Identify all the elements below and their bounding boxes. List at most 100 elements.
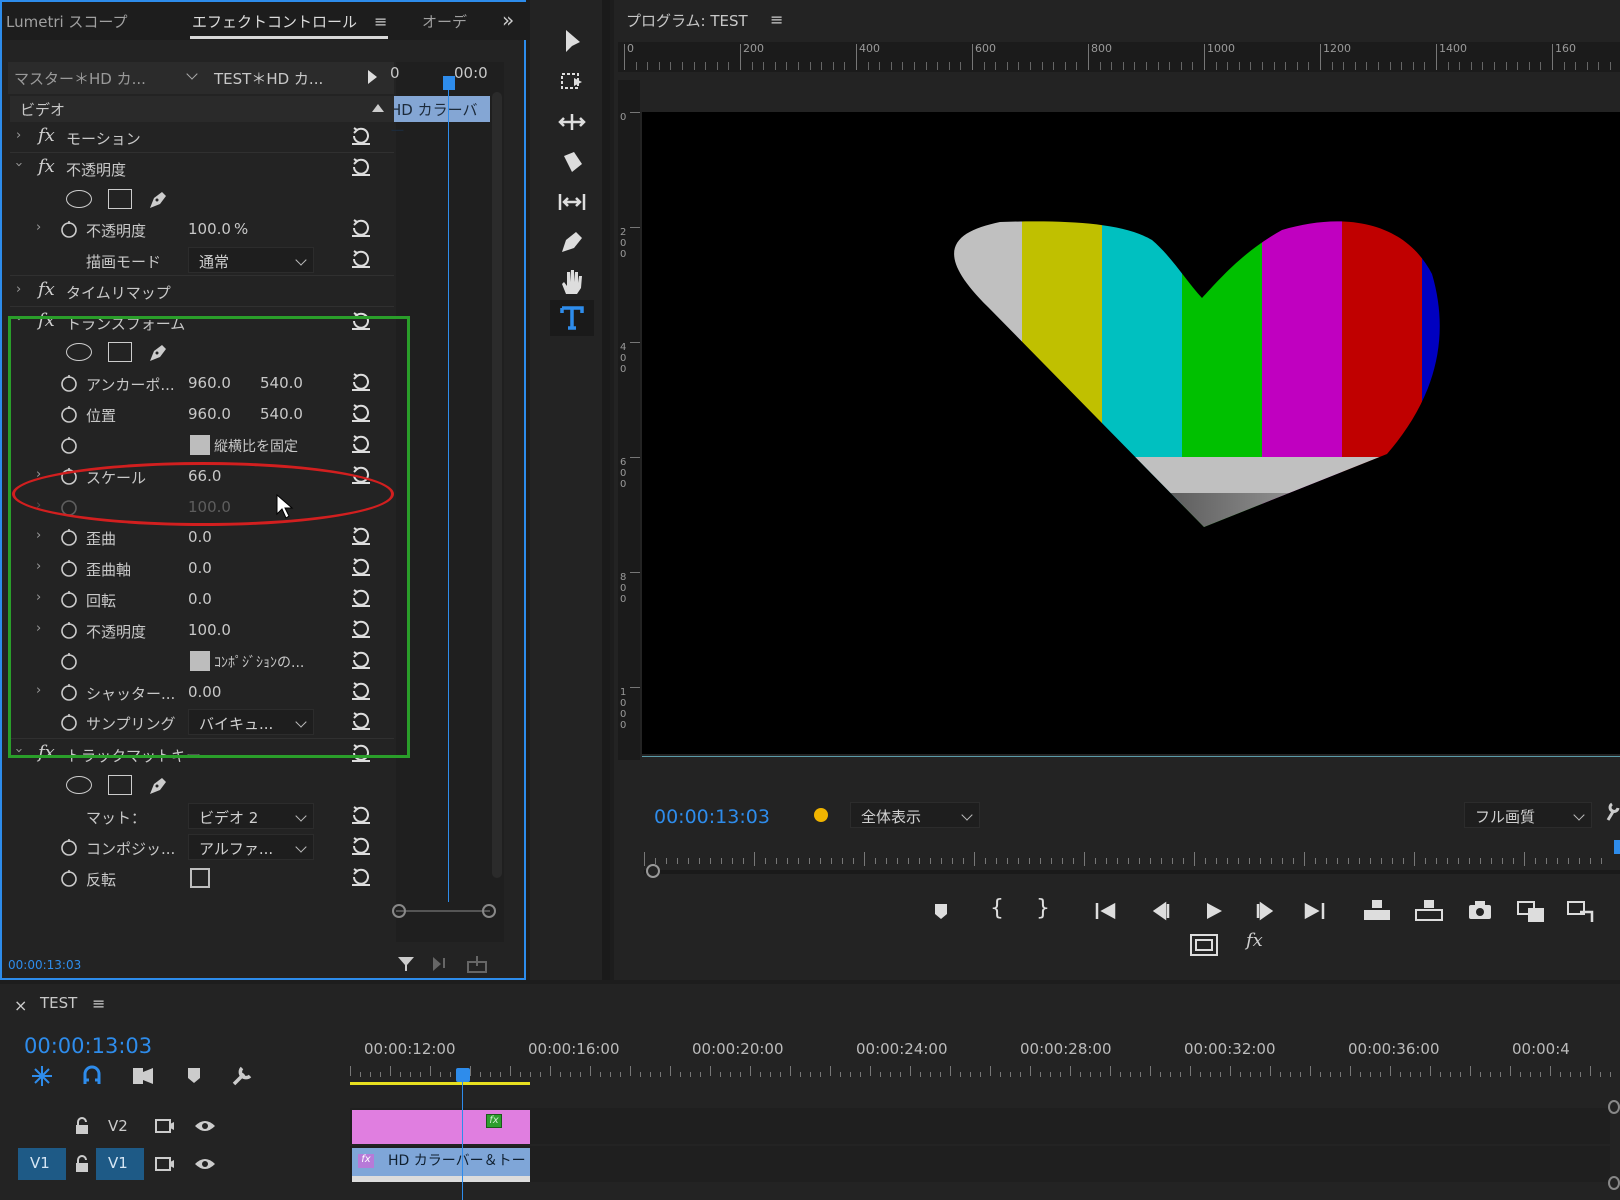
fx-toggle-icon[interactable]: fx [1246,930,1263,951]
mini-clip[interactable]: HD カラーバー [386,96,490,140]
add-marker-icon[interactable] [930,900,952,922]
eye-icon[interactable] [194,1118,216,1134]
sequence-timecode[interactable]: 00:00:13:03 [24,1034,152,1058]
play-icon[interactable] [1202,900,1226,922]
stopwatch-icon[interactable] [60,838,78,856]
ellipse-mask-icon[interactable] [66,190,92,208]
matte-dropdown[interactable]: ビデオ 2 [188,803,314,829]
sync-lock-icon[interactable] [154,1117,176,1135]
eye-icon[interactable] [194,1156,216,1172]
panel-menu-icon[interactable]: ≡ [374,12,387,31]
type-tool-icon[interactable] [556,302,588,334]
pen-mask-icon[interactable] [146,774,170,798]
reset-icon[interactable] [350,836,372,856]
panel-menu-icon[interactable]: ≡ [92,994,105,1013]
clip-v1[interactable]: fx HD カラーバー＆トー [352,1148,530,1182]
snap-magnet-icon[interactable] [80,1064,104,1088]
sync-lock-icon[interactable] [154,1155,176,1173]
export-frame-icon[interactable] [1466,898,1494,922]
settings-wrench-icon[interactable] [1604,800,1620,822]
mark-in-icon[interactable]: { [990,896,1004,921]
collapse-up-icon[interactable] [372,104,384,112]
fx-icon[interactable]: fx [38,156,55,177]
tab-effect-controls[interactable]: エフェクトコントロール [192,11,357,32]
program-monitor-title[interactable]: プログラム: TEST [626,10,748,31]
lift-icon[interactable] [1362,898,1392,922]
extract-icon[interactable] [1414,898,1444,922]
selection-tool-icon[interactable] [556,26,588,58]
opacity-value[interactable]: 100.0 [188,220,231,238]
lock-icon[interactable] [74,1155,90,1173]
expand-chevron-icon[interactable]: › [36,220,41,235]
nest-sequence-icon[interactable] [30,1064,54,1088]
tab-audio[interactable]: オーデ [422,11,467,32]
source-patch-v1[interactable]: V1 [18,1148,66,1180]
track-select-tool-icon[interactable] [556,66,588,98]
slip-tool-icon[interactable] [556,186,588,218]
vertical-scrollbar[interactable] [492,92,502,878]
fx-timecode[interactable]: 00:00:13:03 [8,958,81,972]
fit-dropdown[interactable]: 全体表示 [850,802,980,828]
export-icon[interactable] [466,954,488,974]
more-panels-icon[interactable]: » [502,8,514,32]
master-clip-label[interactable]: マスター＊HD カ... [14,68,146,89]
chevron-down-icon[interactable] [186,68,198,80]
insert-icon[interactable] [1516,898,1546,924]
rectangle-mask-icon[interactable] [108,189,132,209]
program-zoom-bar[interactable] [644,870,1620,874]
zoom-handle-right[interactable] [482,904,496,918]
reset-icon[interactable] [350,126,372,146]
rectangle-mask-icon[interactable] [108,775,132,795]
timeline-ruler[interactable]: 00:00:12:00 00:00:16:00 00:00:20:00 00:00:2… [350,1040,1620,1086]
filter-icon[interactable] [396,954,416,974]
effect-motion[interactable]: › fx モーション [10,122,394,153]
timeline-playhead-handle[interactable] [456,1068,470,1082]
sequence-title[interactable]: TEST [40,994,77,1012]
program-timecode[interactable]: 00:00:13:03 [654,806,770,828]
zoom-handle-left[interactable] [392,904,406,918]
pen-tool-icon[interactable] [556,226,588,258]
zoom-handle[interactable] [646,864,660,878]
collapse-chevron-icon[interactable]: › [11,162,26,167]
program-playhead[interactable] [1614,840,1620,854]
stopwatch-icon[interactable] [60,869,78,887]
tab-lumetri-scope[interactable]: Lumetri スコープ [6,11,128,32]
step-back-icon[interactable] [1148,900,1172,922]
reset-icon[interactable] [350,218,372,238]
panel-menu-icon[interactable]: ≡ [770,10,783,29]
go-to-in-icon[interactable] [1094,900,1118,922]
fx-icon[interactable]: fx [38,125,55,146]
reset-icon[interactable] [350,249,372,269]
reset-icon[interactable] [350,867,372,887]
program-scrubber-ruler[interactable] [644,852,1620,866]
lock-icon[interactable] [74,1117,90,1135]
track-target-v1[interactable]: V1 [96,1148,144,1180]
expand-chevron-icon[interactable]: › [16,282,21,297]
track-label[interactable]: V2 [108,1117,128,1135]
stopwatch-icon[interactable] [60,220,78,238]
play-audio-icon[interactable] [430,954,452,974]
timeline-settings-wrench-icon[interactable] [230,1062,256,1088]
safe-margins-icon[interactable] [1190,934,1218,956]
pen-mask-icon[interactable] [146,188,170,212]
effect-time-remap[interactable]: › fx タイムリマップ [10,276,394,307]
razor-tool-icon[interactable] [556,146,588,178]
mini-playhead-handle[interactable] [443,76,455,90]
close-tab-icon[interactable]: × [14,996,27,1015]
reset-icon[interactable] [350,805,372,825]
add-marker-icon[interactable] [184,1064,204,1088]
expand-chevron-icon[interactable]: › [16,128,21,143]
effect-opacity[interactable]: › fx 不透明度 [10,153,394,184]
step-forward-icon[interactable] [1254,900,1278,922]
vertical-zoom-handle[interactable] [1608,1176,1620,1190]
clip-v2[interactable]: fx [352,1110,530,1144]
vertical-zoom-handle[interactable] [1608,1100,1620,1114]
linked-selection-icon[interactable] [130,1064,156,1088]
ellipse-mask-icon[interactable] [66,776,92,794]
hand-tool-icon[interactable] [556,266,588,298]
go-to-out-icon[interactable] [1302,900,1326,922]
quality-dropdown[interactable]: フル画質 [1464,802,1592,828]
composite-dropdown[interactable]: アルファ... [188,834,314,860]
blend-mode-dropdown[interactable]: 通常 [188,247,314,273]
reverse-checkbox[interactable] [190,868,210,888]
